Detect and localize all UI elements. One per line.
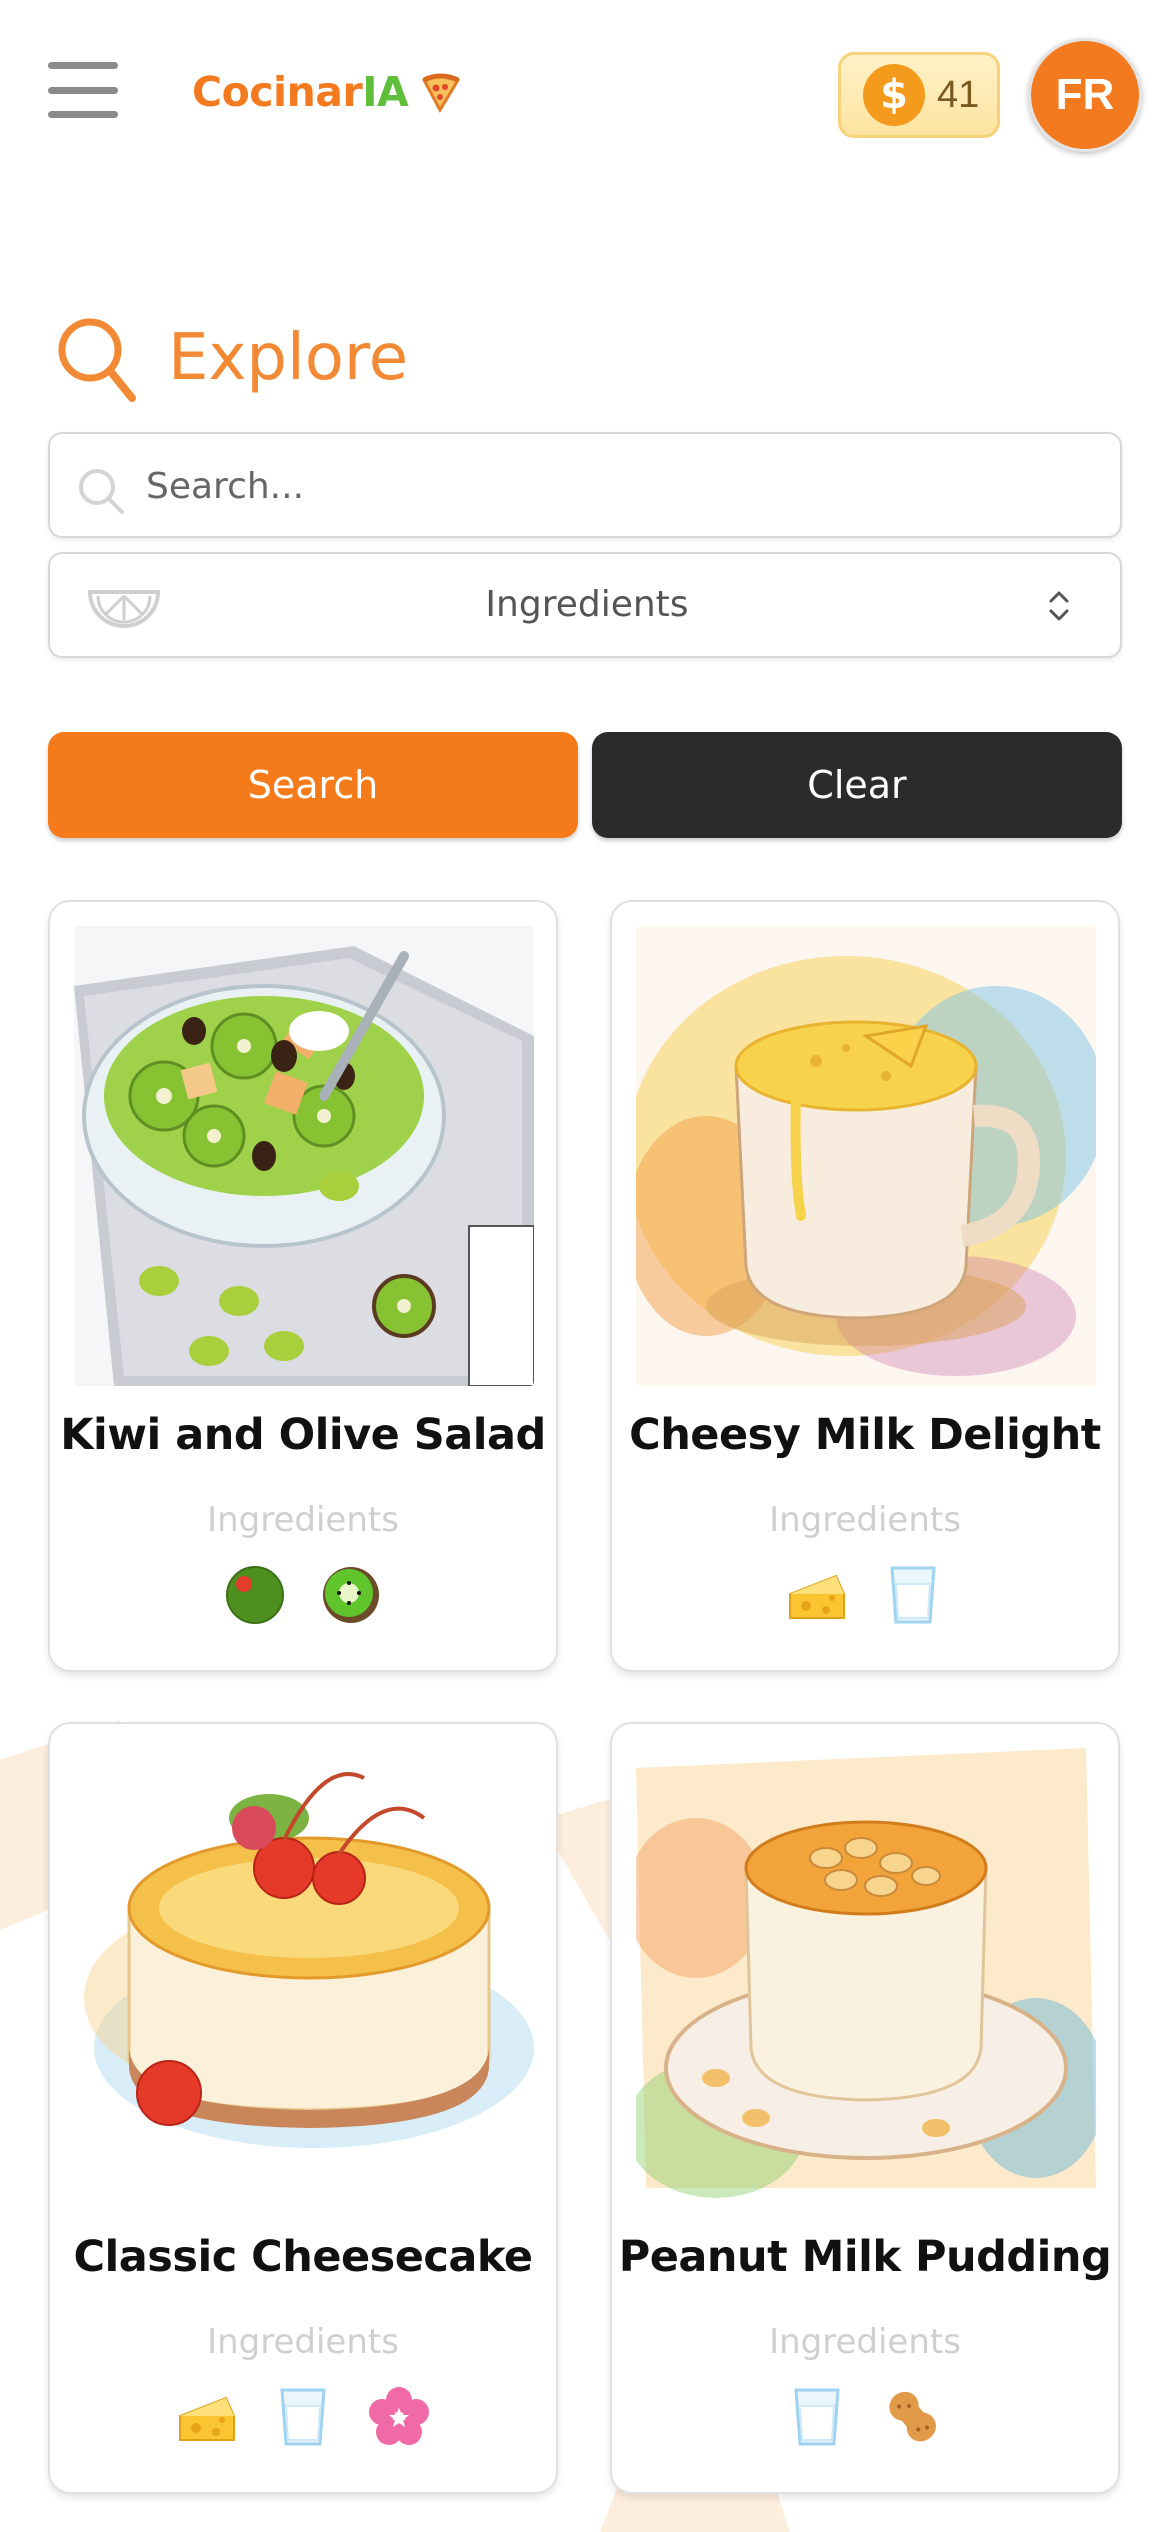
ingredients-label: Ingredients xyxy=(207,2322,399,2362)
ingredient-icons xyxy=(612,1564,1118,1626)
kiwi-icon xyxy=(323,1567,379,1623)
milk-glass-icon xyxy=(890,1566,936,1624)
clear-button[interactable]: Clear xyxy=(592,732,1122,838)
recipe-title: Kiwi and Olive Salad xyxy=(60,1410,546,1460)
coin-balance[interactable]: $ 41 xyxy=(838,52,1000,138)
ingredients-label: Ingredients xyxy=(769,2322,961,2362)
recipe-card-cheesy-milk-delight[interactable]: Cheesy Milk Delight Ingredients xyxy=(610,900,1120,1672)
coin-icon: $ xyxy=(863,64,925,126)
page-title: Explore xyxy=(168,321,409,395)
cheese-icon xyxy=(179,2396,235,2441)
ingredients-select[interactable]: Ingredients xyxy=(48,552,1122,658)
milk-glass-icon xyxy=(280,2388,326,2446)
explore-heading: Explore xyxy=(54,312,408,404)
ingredient-icons xyxy=(50,1564,556,1626)
brand-name: Cocinar xyxy=(192,68,363,116)
avatar[interactable]: FR xyxy=(1028,38,1142,152)
menu-icon[interactable] xyxy=(48,62,118,118)
recipe-image xyxy=(74,926,534,1386)
flower-icon xyxy=(369,2387,429,2445)
search-input[interactable] xyxy=(146,452,1086,520)
select-value: Ingredients xyxy=(485,584,689,625)
ingredients-label: Ingredients xyxy=(769,1500,961,1540)
recipe-card-classic-cheesecake[interactable]: Classic Cheesecake Ingredients xyxy=(48,1722,558,2494)
recipe-image xyxy=(636,1748,1096,2208)
coin-count: 41 xyxy=(937,73,980,116)
search-icon xyxy=(79,469,124,514)
ingredient-icons xyxy=(612,2386,1118,2448)
recipe-title: Classic Cheesecake xyxy=(73,2232,533,2282)
search-icon xyxy=(58,318,136,402)
recipe-title: Peanut Milk Pudding xyxy=(618,2232,1112,2282)
chevron-updown-icon xyxy=(1049,591,1069,621)
ingredients-label: Ingredients xyxy=(207,1500,399,1540)
recipe-image xyxy=(74,1748,534,2208)
recipe-title: Cheesy Milk Delight xyxy=(629,1410,1101,1460)
ingredient-icons xyxy=(50,2386,556,2448)
milk-glass-icon xyxy=(794,2388,840,2446)
cheese-icon xyxy=(789,1574,845,1619)
recipe-image xyxy=(636,926,1096,1386)
pizza-icon xyxy=(422,73,461,114)
peanut-icon xyxy=(889,2391,936,2442)
search-button[interactable]: Search xyxy=(48,732,578,838)
brand-logo[interactable]: Cocinar IA xyxy=(192,64,462,120)
brand-accent: IA xyxy=(362,68,409,116)
search-box[interactable] xyxy=(48,432,1122,538)
recipe-card-kiwi-olive-salad[interactable]: Kiwi and Olive Salad Ingredients xyxy=(48,900,558,1672)
recipe-card-peanut-milk-pudding[interactable]: Peanut Milk Pudding Ingredients xyxy=(610,1722,1120,2494)
app-header: Cocinar IA $ 41 FR xyxy=(0,0,1170,190)
olive-icon xyxy=(226,1566,284,1624)
